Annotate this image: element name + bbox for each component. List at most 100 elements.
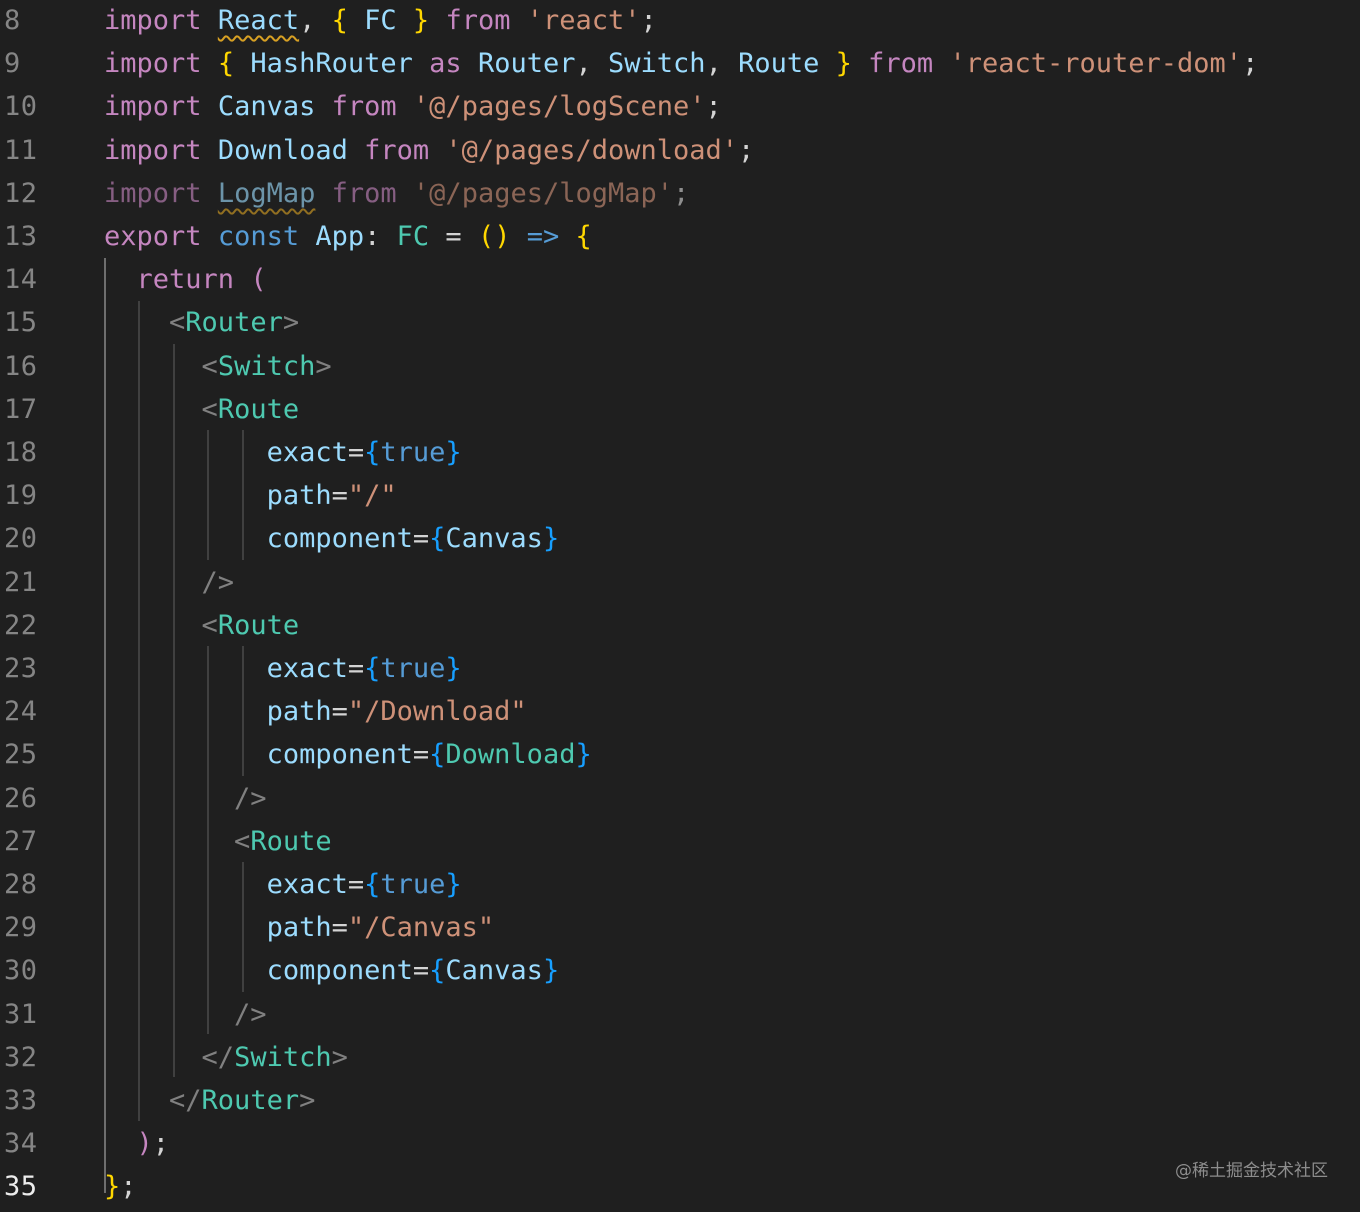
code-line[interactable]: 33 </Router> bbox=[0, 1079, 1360, 1122]
code-line[interactable]: 8 import React, { FC } from 'react'; bbox=[0, 0, 1360, 42]
line-code: /> bbox=[104, 561, 235, 604]
code-line[interactable]: 27 <Route bbox=[0, 820, 1360, 863]
code-token: = bbox=[347, 869, 365, 900]
code-token: = bbox=[347, 653, 365, 684]
code-token: "/Canvas" bbox=[347, 912, 495, 944]
code-token: Router bbox=[185, 307, 283, 339]
code-line[interactable]: 10 import Canvas from '@/pages/logScene'; bbox=[0, 85, 1360, 128]
line-code: ); bbox=[104, 1122, 170, 1165]
line-number: 18 bbox=[4, 437, 38, 468]
code-token: 'react' bbox=[526, 5, 641, 36]
line-code: import React, { FC } from 'react'; bbox=[104, 0, 657, 42]
code-token: </ bbox=[201, 1041, 235, 1073]
line-code: path="/" bbox=[104, 474, 397, 517]
code-token: component bbox=[266, 523, 413, 555]
line-code: path="/Download" bbox=[104, 690, 527, 733]
code-line[interactable]: 25 component={Download} bbox=[0, 733, 1360, 776]
code-line[interactable]: 21 /> bbox=[0, 561, 1360, 604]
line-number: 21 bbox=[4, 566, 38, 598]
code-line[interactable]: 13 export const App: FC = () => { bbox=[0, 215, 1360, 258]
code-token: { bbox=[217, 48, 235, 80]
code-token: > bbox=[331, 1041, 348, 1073]
code-token: true bbox=[380, 653, 446, 684]
code-token: Route bbox=[250, 825, 332, 857]
code-token: Canvas bbox=[445, 523, 543, 555]
code-line[interactable]: 31 /> bbox=[0, 993, 1360, 1036]
watermark: @稀土掘金技术社区 bbox=[1175, 1161, 1328, 1181]
line-number: 27 bbox=[4, 825, 38, 857]
code-line[interactable]: 23 exact={true} bbox=[0, 647, 1360, 690]
code-token: LogMap bbox=[217, 177, 316, 209]
code-token: as bbox=[429, 48, 462, 80]
code-token: < bbox=[201, 393, 218, 425]
code-token: from bbox=[364, 134, 430, 166]
line-code: import Download from '@/pages/download'; bbox=[104, 129, 754, 172]
code-line[interactable]: 26 /> bbox=[0, 777, 1360, 820]
code-token: ; bbox=[705, 91, 722, 123]
code-token: '@/pages/download' bbox=[445, 134, 739, 166]
code-token: Canvas bbox=[217, 91, 316, 123]
code-line[interactable]: 16 <Switch> bbox=[0, 345, 1360, 388]
code-line[interactable]: 35}; bbox=[0, 1165, 1360, 1208]
code-token: => bbox=[526, 221, 560, 252]
code-line[interactable]: 30 component={Canvas} bbox=[0, 949, 1360, 992]
code-token: { bbox=[364, 869, 381, 900]
code-line[interactable]: 34 ); bbox=[0, 1122, 1360, 1165]
code-token: Canvas bbox=[445, 955, 543, 987]
code-line[interactable]: 22 <Route bbox=[0, 604, 1360, 647]
code-line[interactable]: 14 return ( bbox=[0, 258, 1360, 301]
code-line[interactable]: 24 path="/Download" bbox=[0, 690, 1360, 733]
line-code: <Route bbox=[104, 604, 300, 647]
code-token: from bbox=[331, 177, 397, 209]
code-token: = bbox=[331, 696, 348, 728]
code-line[interactable]: 32 </Switch> bbox=[0, 1036, 1360, 1079]
line-number: 28 bbox=[4, 869, 38, 900]
code-line[interactable]: 12 import LogMap from '@/pages/logMap'; bbox=[0, 172, 1360, 215]
code-line[interactable]: 9 import { HashRouter as Router, Switch, … bbox=[0, 42, 1360, 85]
code-token: ; bbox=[738, 134, 755, 166]
code-token: = bbox=[347, 437, 365, 468]
code-token: } bbox=[542, 523, 560, 555]
code-line[interactable]: 20 component={Canvas} bbox=[0, 517, 1360, 560]
code-token: ( bbox=[250, 264, 267, 296]
line-number: 30 bbox=[4, 955, 38, 987]
code-token: < bbox=[234, 825, 251, 857]
line-number: 20 bbox=[4, 523, 38, 555]
line-number: 10 bbox=[4, 91, 38, 123]
code-line[interactable]: 17 <Route bbox=[0, 388, 1360, 431]
code-token: ; bbox=[640, 5, 657, 36]
code-token: Switch bbox=[608, 48, 706, 80]
code-editor[interactable]: 8 import React, { FC } from 'react'; 9 impo… bbox=[0, 0, 1360, 1212]
code-token: const bbox=[217, 221, 300, 252]
code-line[interactable]: 29 path="/Canvas" bbox=[0, 906, 1360, 949]
code-line[interactable]: 19 path="/" bbox=[0, 474, 1360, 517]
code-line[interactable]: 18 exact={true} bbox=[0, 431, 1360, 474]
code-token: , bbox=[299, 5, 332, 36]
line-number: 13 bbox=[4, 221, 38, 252]
code-token: { bbox=[429, 739, 446, 771]
line-code: component={Canvas} bbox=[104, 517, 560, 560]
line-code: component={Canvas} bbox=[104, 949, 560, 992]
code-token: App bbox=[315, 221, 365, 252]
code-line[interactable]: 11 import Download from '@/pages/download… bbox=[0, 129, 1360, 172]
code-line[interactable]: 28 exact={true} bbox=[0, 863, 1360, 906]
code-line[interactable]: 15 <Router> bbox=[0, 301, 1360, 344]
code-token: import bbox=[104, 134, 202, 166]
code-token: exact bbox=[266, 653, 348, 684]
